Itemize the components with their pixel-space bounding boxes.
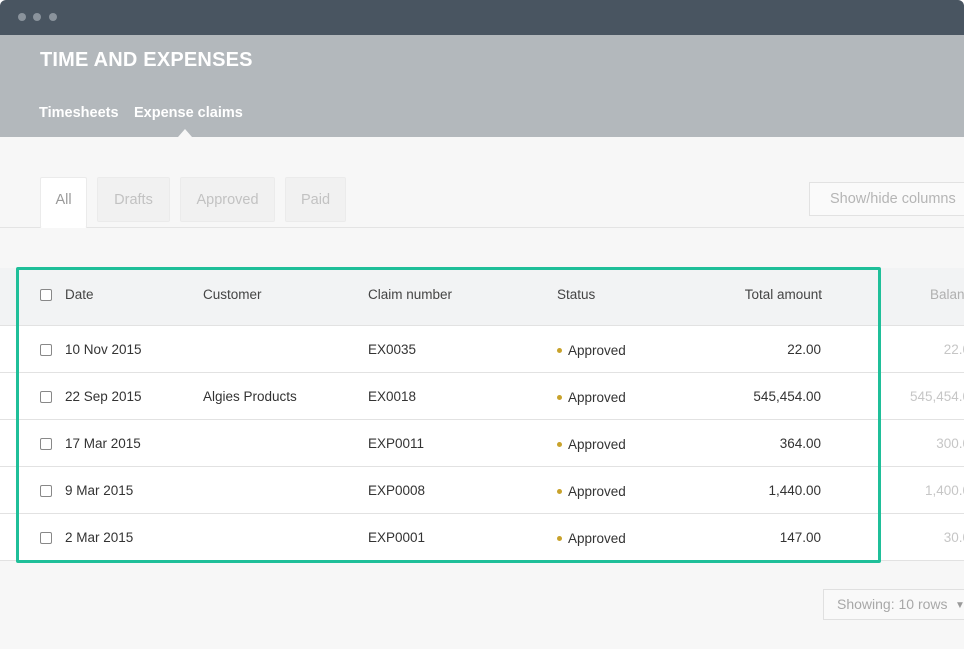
filter-tab-all[interactable]: All — [40, 177, 87, 228]
status-dot-icon — [557, 441, 562, 447]
column-header-date[interactable]: Date — [65, 287, 94, 302]
row-claim-number[interactable]: EXP0008 — [368, 483, 425, 498]
row-balance: 300.0 — [936, 436, 964, 451]
table-row[interactable]: 9 Mar 2015 EXP0008 Approved 1,440.00 1,4… — [0, 467, 964, 514]
filter-tab-drafts[interactable]: Drafts — [97, 177, 170, 222]
table-header-row: Date Customer Claim number Status Total … — [0, 268, 964, 326]
row-claim-number[interactable]: EXP0001 — [368, 530, 425, 545]
filter-tab-paid[interactable]: Paid — [285, 177, 346, 222]
column-header-claim-number[interactable]: Claim number — [368, 287, 452, 302]
window-titlebar — [0, 0, 964, 35]
window-maximize-dot[interactable] — [49, 13, 57, 21]
row-claim-number[interactable]: EX0035 — [368, 342, 416, 357]
nav-timesheets[interactable]: Timesheets — [39, 105, 119, 121]
window-close-dot[interactable] — [18, 13, 26, 21]
table-row[interactable]: 2 Mar 2015 EXP0001 Approved 147.00 30.0 — [0, 514, 964, 561]
status-dot-icon — [557, 535, 562, 541]
rows-per-page-select[interactable]: Showing: 10 rows ▼ — [823, 589, 964, 620]
rows-per-page-label: Showing: 10 rows — [837, 596, 948, 612]
select-all-checkbox[interactable] — [40, 289, 52, 301]
table-row[interactable]: 22 Sep 2015 Algies Products EX0018 Appro… — [0, 373, 964, 420]
row-total-amount: 1,440.00 — [768, 483, 821, 498]
row-status: Approved — [557, 437, 626, 452]
row-checkbox[interactable] — [40, 485, 52, 497]
expense-claims-table: Date Customer Claim number Status Total … — [0, 268, 964, 561]
column-header-total-amount[interactable]: Total amount — [702, 287, 822, 302]
row-total-amount: 364.00 — [779, 436, 821, 451]
row-balance: 1,400.0 — [924, 483, 964, 498]
row-status-label: Approved — [568, 343, 626, 358]
status-dot-icon — [557, 347, 562, 353]
row-total-amount: 147.00 — [779, 530, 821, 545]
active-nav-indicator — [178, 129, 192, 137]
row-status-label: Approved — [568, 531, 626, 546]
filter-divider — [0, 227, 964, 228]
chevron-down-icon: ▼ — [955, 600, 964, 611]
nav-expense-claims[interactable]: Expense claims — [134, 105, 243, 121]
row-status: Approved — [557, 531, 626, 546]
show-hide-columns-button[interactable]: Show/hide columns — [809, 182, 964, 216]
row-claim-number[interactable]: EX0018 — [368, 389, 416, 404]
row-balance: 30.0 — [943, 530, 964, 545]
row-checkbox[interactable] — [40, 391, 52, 403]
column-header-status[interactable]: Status — [557, 287, 595, 302]
window-minimize-dot[interactable] — [33, 13, 41, 21]
app-header: TIME AND EXPENSES Timesheets Expense cla… — [0, 35, 964, 137]
row-date: 22 Sep 2015 — [65, 389, 142, 404]
row-status-label: Approved — [568, 437, 626, 452]
status-dot-icon — [557, 394, 562, 400]
page-title: TIME AND EXPENSES — [40, 49, 253, 71]
row-status: Approved — [557, 484, 626, 499]
row-total-amount: 22.00 — [787, 342, 821, 357]
column-header-customer[interactable]: Customer — [203, 287, 262, 302]
row-checkbox[interactable] — [40, 344, 52, 356]
row-date: 17 Mar 2015 — [65, 436, 141, 451]
row-status-label: Approved — [568, 390, 626, 405]
row-status: Approved — [557, 343, 626, 358]
row-customer: Algies Products — [203, 389, 297, 404]
status-dot-icon — [557, 488, 562, 494]
row-balance: 545,454.0 — [909, 389, 964, 404]
row-checkbox[interactable] — [40, 438, 52, 450]
row-status: Approved — [557, 390, 626, 405]
row-date: 10 Nov 2015 — [65, 342, 142, 357]
table-row[interactable]: 17 Mar 2015 EXP0011 Approved 364.00 300.… — [0, 420, 964, 467]
main-content: All Drafts Approved Paid Show/hide colum… — [0, 137, 964, 649]
filter-tab-approved[interactable]: Approved — [180, 177, 275, 222]
row-date: 9 Mar 2015 — [65, 483, 134, 498]
table-row[interactable]: 10 Nov 2015 EX0035 Approved 22.00 22.0 — [0, 326, 964, 373]
row-status-label: Approved — [568, 484, 626, 499]
row-balance: 22.0 — [943, 342, 964, 357]
column-header-balance[interactable]: Balan — [930, 287, 964, 302]
row-total-amount: 545,454.00 — [753, 389, 821, 404]
row-date: 2 Mar 2015 — [65, 530, 134, 545]
row-checkbox[interactable] — [40, 532, 52, 544]
row-claim-number[interactable]: EXP0011 — [368, 436, 424, 451]
